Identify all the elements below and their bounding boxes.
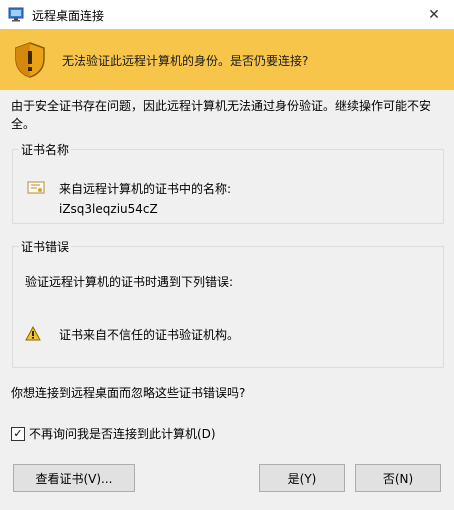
yes-button[interactable]: 是(Y) bbox=[259, 464, 345, 492]
warning-banner: 无法验证此远程计算机的身份。是否仍要连接? bbox=[0, 29, 454, 90]
cert-name-group: 证书名称 来自远程计算机的证书中的名称: iZsq3leqziu54cZ bbox=[12, 141, 444, 224]
no-button[interactable]: 否(N) bbox=[355, 464, 441, 492]
view-certificate-button[interactable]: 查看证书(V)... bbox=[13, 464, 135, 492]
dont-ask-checkbox[interactable]: ✓ bbox=[11, 426, 25, 441]
cert-errors-label: 验证远程计算机的证书时遇到下列错误: bbox=[25, 275, 234, 289]
cert-name-value: iZsq3leqziu54cZ bbox=[59, 202, 158, 216]
window-title: 远程桌面连接 bbox=[32, 9, 105, 23]
title-bar: 远程桌面连接 ✕ bbox=[0, 0, 454, 29]
banner-message: 无法验证此远程计算机的身份。是否仍要连接? bbox=[62, 54, 309, 68]
shield-warning-icon bbox=[15, 42, 45, 78]
remote-desktop-icon bbox=[8, 7, 24, 22]
close-icon: ✕ bbox=[428, 6, 440, 23]
cert-errors-legend: 证书错误 bbox=[21, 240, 70, 254]
cert-errors-group: 证书错误 验证远程计算机的证书时遇到下列错误: 证书来自不信任的证书验证机构。 bbox=[12, 238, 444, 368]
intro-text: 由于安全证书存在问题，因此远程计算机无法通过身份验证。继续操作可能不安全。 bbox=[11, 99, 432, 131]
cert-name-legend: 证书名称 bbox=[21, 143, 70, 157]
dont-ask-row[interactable]: ✓ 不再询问我是否连接到此计算机(D) bbox=[11, 425, 216, 442]
cert-error-item: 证书来自不信任的证书验证机构。 bbox=[59, 328, 240, 342]
check-mark: ✓ bbox=[13, 427, 23, 440]
certificate-icon bbox=[27, 181, 45, 194]
close-button[interactable]: ✕ bbox=[414, 0, 454, 29]
cert-name-label: 来自远程计算机的证书中的名称: bbox=[59, 182, 232, 196]
question-text: 你想连接到远程桌面而忽略这些证书错误吗? bbox=[11, 386, 246, 400]
warning-icon bbox=[25, 326, 41, 341]
dont-ask-label[interactable]: 不再询问我是否连接到此计算机(D) bbox=[29, 425, 216, 442]
